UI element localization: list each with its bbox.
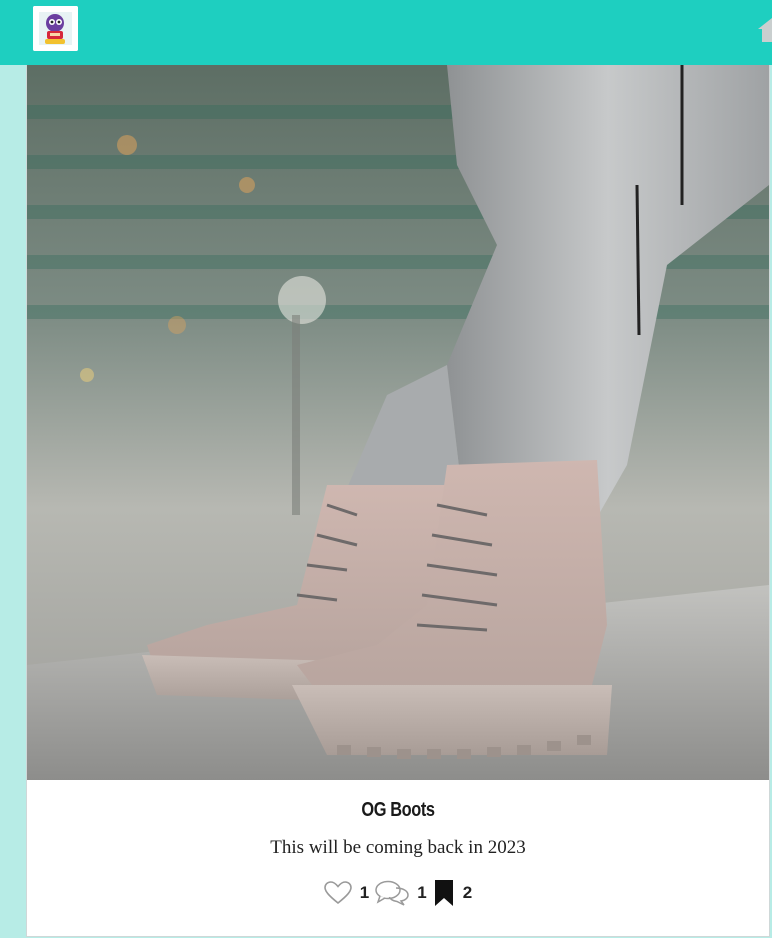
bookmark-filled-icon (434, 880, 453, 906)
sneaker-mascot-logo-icon (33, 6, 78, 51)
post-title: OG Boots (361, 799, 435, 821)
heart-outline-icon (323, 881, 352, 905)
post-actions: 1 1 2 (27, 879, 769, 907)
home-icon[interactable] (758, 16, 772, 42)
top-navigation-bar (0, 0, 772, 65)
like-button[interactable]: 1 (323, 881, 370, 905)
post-image[interactable] (27, 65, 769, 780)
like-count: 1 (359, 883, 370, 902)
save-count: 2 (462, 883, 473, 902)
boots-photo (27, 65, 769, 780)
save-button[interactable]: 2 (433, 879, 472, 907)
post-description: This will be coming back in 2023 (270, 837, 526, 858)
app-logo[interactable] (33, 6, 78, 51)
speech-bubbles-icon (375, 880, 410, 906)
post-card: OG Boots This will be coming back in 202… (26, 65, 770, 937)
comment-count: 1 (417, 883, 427, 902)
comment-button[interactable]: 1 (375, 880, 427, 906)
